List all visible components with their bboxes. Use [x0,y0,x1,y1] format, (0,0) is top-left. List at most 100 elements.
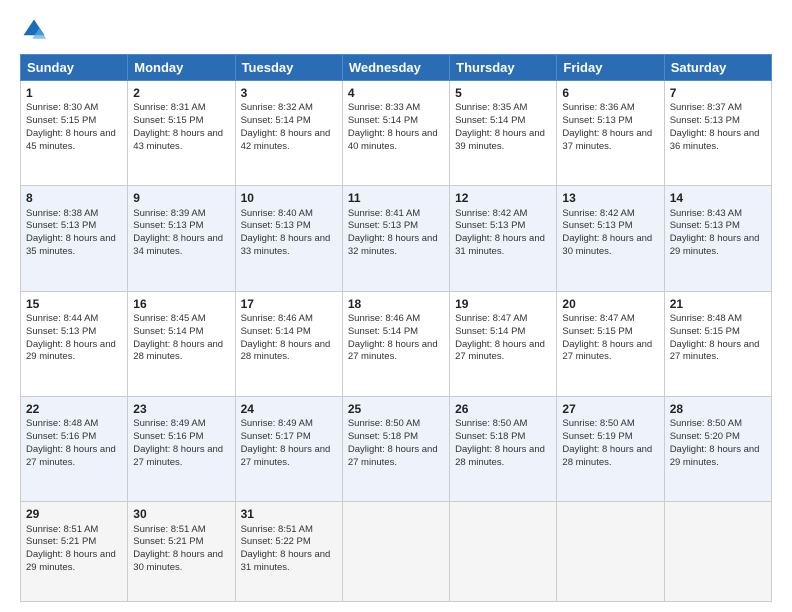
calendar-cell: 28Sunrise: 8:50 AMSunset: 5:20 PMDayligh… [664,397,771,502]
daylight-label: Daylight: 8 hours and 39 minutes. [455,128,545,152]
header [20,16,772,44]
sunset-label: Sunset: 5:14 PM [133,326,203,337]
day-number: 8 [26,190,122,206]
day-number: 25 [348,401,444,417]
daylight-label: Daylight: 8 hours and 30 minutes. [562,233,652,257]
day-number: 1 [26,85,122,101]
calendar-cell: 3Sunrise: 8:32 AMSunset: 5:14 PMDaylight… [235,81,342,186]
daylight-label: Daylight: 8 hours and 33 minutes. [241,233,331,257]
daylight-label: Daylight: 8 hours and 36 minutes. [670,128,760,152]
sunset-label: Sunset: 5:15 PM [133,115,203,126]
daylight-label: Daylight: 8 hours and 32 minutes. [348,233,438,257]
day-number: 31 [241,506,337,522]
calendar-cell: 29Sunrise: 8:51 AMSunset: 5:21 PMDayligh… [21,502,128,602]
calendar-header-wednesday: Wednesday [342,55,449,81]
sunset-label: Sunset: 5:13 PM [133,220,203,231]
sunrise-label: Sunrise: 8:46 AM [348,313,420,324]
sunrise-label: Sunrise: 8:50 AM [670,418,742,429]
sunrise-label: Sunrise: 8:43 AM [670,208,742,219]
sunset-label: Sunset: 5:14 PM [348,115,418,126]
calendar-cell: 26Sunrise: 8:50 AMSunset: 5:18 PMDayligh… [450,397,557,502]
sunrise-label: Sunrise: 8:46 AM [241,313,313,324]
daylight-label: Daylight: 8 hours and 27 minutes. [26,444,116,468]
sunset-label: Sunset: 5:14 PM [455,326,525,337]
day-number: 28 [670,401,766,417]
calendar-cell: 15Sunrise: 8:44 AMSunset: 5:13 PMDayligh… [21,291,128,396]
calendar-cell: 9Sunrise: 8:39 AMSunset: 5:13 PMDaylight… [128,186,235,291]
calendar-header-row: SundayMondayTuesdayWednesdayThursdayFrid… [21,55,772,81]
sunset-label: Sunset: 5:14 PM [241,115,311,126]
calendar-cell: 1Sunrise: 8:30 AM Sunset: 5:15 PM Daylight… [21,81,128,186]
calendar-cell: 14Sunrise: 8:43 AMSunset: 5:13 PMDayligh… [664,186,771,291]
sunset-label: Sunset: 5:15 PM [562,326,632,337]
sunset-label: Sunset: 5:19 PM [562,431,632,442]
sunset-label: Sunset: 5:16 PM [26,431,96,442]
sunrise-label: Sunrise: 8:42 AM [562,208,634,219]
calendar-header-tuesday: Tuesday [235,55,342,81]
calendar-cell: 21Sunrise: 8:48 AMSunset: 5:15 PMDayligh… [664,291,771,396]
calendar-header-saturday: Saturday [664,55,771,81]
sunrise-label: Sunrise: 8:48 AM [670,313,742,324]
sunrise-label: Sunrise: 8:44 AM [26,313,98,324]
sunrise-label: Sunrise: 8:38 AM [26,208,98,219]
sunrise-label: Sunrise: 8:40 AM [241,208,313,219]
sunrise-label: Sunrise: 8:42 AM [455,208,527,219]
sunset-label: Sunset: 5:17 PM [241,431,311,442]
day-number: 13 [562,190,658,206]
daylight-label: Daylight: 8 hours and 40 minutes. [348,128,438,152]
logo [20,16,52,44]
day-number: 2 [133,85,229,101]
daylight-label: Daylight: 8 hours and 27 minutes. [670,339,760,363]
calendar-cell [664,502,771,602]
daylight-label: Daylight: 8 hours and 37 minutes. [562,128,652,152]
calendar-header-monday: Monday [128,55,235,81]
sunset-label: Sunset: 5:13 PM [562,115,632,126]
sunrise-label: Sunrise: 8:50 AM [348,418,420,429]
calendar-cell: 27Sunrise: 8:50 AMSunset: 5:19 PMDayligh… [557,397,664,502]
calendar-cell: 20Sunrise: 8:47 AMSunset: 5:15 PMDayligh… [557,291,664,396]
sunset-label: Sunset: 5:16 PM [133,431,203,442]
calendar-header-friday: Friday [557,55,664,81]
daylight-label: Daylight: 8 hours and 29 minutes. [26,339,116,363]
day-number: 11 [348,190,444,206]
daylight-label: Daylight: 8 hours and 43 minutes. [133,128,223,152]
daylight-label: Daylight: 8 hours and 42 minutes. [241,128,331,152]
sunset-label: Sunset: 5:21 PM [133,536,203,547]
daylight-label: Daylight: 8 hours and 31 minutes. [241,549,331,573]
calendar-cell: 7Sunrise: 8:37 AMSunset: 5:13 PMDaylight… [664,81,771,186]
calendar-cell: 22Sunrise: 8:48 AMSunset: 5:16 PMDayligh… [21,397,128,502]
sunrise-label: Sunrise: 8:47 AM [455,313,527,324]
daylight-label: Daylight: 8 hours and 45 minutes. [26,128,116,152]
day-number: 3 [241,85,337,101]
daylight-label: Daylight: 8 hours and 29 minutes. [670,444,760,468]
sunset-label: Sunset: 5:13 PM [455,220,525,231]
daylight-label: Daylight: 8 hours and 29 minutes. [26,549,116,573]
calendar-cell: 31Sunrise: 8:51 AMSunset: 5:22 PMDayligh… [235,502,342,602]
sunrise-label: Sunrise: 8:35 AM [455,102,527,113]
sunrise-label: Sunrise: 8:47 AM [562,313,634,324]
sunrise-label: Sunrise: 8:31 AM [133,102,205,113]
calendar-header-sunday: Sunday [21,55,128,81]
day-number: 21 [670,296,766,312]
sunset-label: Sunset: 5:13 PM [348,220,418,231]
calendar-cell: 4Sunrise: 8:33 AMSunset: 5:14 PMDaylight… [342,81,449,186]
calendar-cell [342,502,449,602]
day-number: 6 [562,85,658,101]
calendar-cell: 25Sunrise: 8:50 AMSunset: 5:18 PMDayligh… [342,397,449,502]
day-number: 17 [241,296,337,312]
sunset-label: Sunset: 5:22 PM [241,536,311,547]
sunset-label: Sunset: 5:13 PM [562,220,632,231]
calendar-week-row: 8 Sunrise: 8:38 AM Sunset: 5:13 PM Daylight… [21,186,772,291]
calendar-cell: 13 Sunrise: 8:42 AMSunset: 5:13 PM Dayligh… [557,186,664,291]
sunset-label: Sunset: 5:13 PM [241,220,311,231]
day-number: 14 [670,190,766,206]
sunset-label: Sunset: 5:14 PM [455,115,525,126]
sunrise-label: Sunrise: 8:30 AM [26,102,98,113]
sunrise-label: Sunrise: 8:36 AM [562,102,634,113]
sunset-label: Sunset: 5:15 PM [26,115,96,126]
day-number: 26 [455,401,551,417]
daylight-label: Daylight: 8 hours and 27 minutes. [562,339,652,363]
calendar-cell: 24Sunrise: 8:49 AMSunset: 5:17 PMDayligh… [235,397,342,502]
day-number: 9 [133,190,229,206]
calendar-cell [450,502,557,602]
